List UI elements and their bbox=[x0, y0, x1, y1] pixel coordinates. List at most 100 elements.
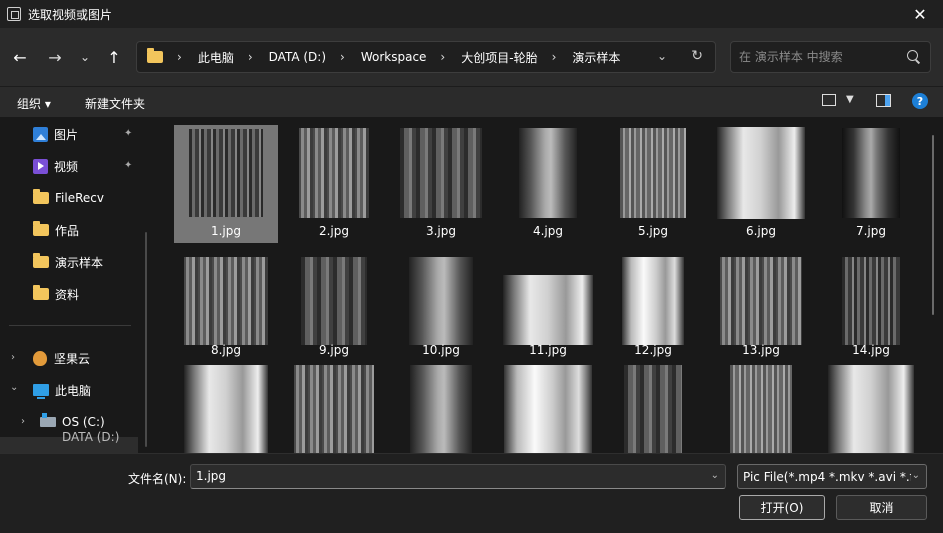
address-history-chevron-icon[interactable]: ⌄ bbox=[657, 49, 667, 63]
sidebar-scrollbar[interactable] bbox=[145, 232, 147, 447]
file-item[interactable] bbox=[389, 363, 493, 453]
cancel-button[interactable]: 取消 bbox=[836, 495, 927, 520]
file-item[interactable]: 7.jpg bbox=[819, 125, 923, 243]
window-title: 选取视频或图片 bbox=[28, 7, 113, 22]
new-folder-button[interactable]: 新建文件夹 bbox=[85, 95, 145, 112]
breadcrumb-separator[interactable]: › bbox=[552, 50, 567, 64]
file-item[interactable]: 4.jpg bbox=[496, 125, 600, 243]
filename-combobox[interactable]: ⌄ bbox=[190, 464, 726, 489]
change-view-icon[interactable] bbox=[822, 94, 836, 106]
filetype-value: Pic File(*.mp4 *.mkv *.avi *.flv bbox=[743, 470, 911, 484]
filename-label: 文件名(N): bbox=[128, 472, 187, 486]
sidebar-item-materials[interactable]: 资料 bbox=[0, 279, 138, 309]
image-thumbnail bbox=[842, 257, 900, 345]
breadcrumb-project[interactable]: 大创项目-轮胎 bbox=[461, 49, 537, 66]
image-thumbnail bbox=[828, 365, 914, 453]
breadcrumb-separator[interactable]: › bbox=[248, 50, 263, 64]
folder-icon bbox=[33, 221, 49, 236]
preview-pane-icon[interactable] bbox=[876, 94, 891, 107]
filetype-select[interactable]: Pic File(*.mp4 *.mkv *.avi *.flv ⌄ bbox=[737, 464, 927, 489]
app-icon bbox=[7, 7, 21, 21]
file-item[interactable]: 8.jpg bbox=[174, 244, 278, 362]
file-item[interactable]: 1.jpg bbox=[174, 125, 278, 243]
image-thumbnail bbox=[622, 257, 684, 345]
search-icon[interactable] bbox=[907, 50, 918, 61]
folder-icon bbox=[147, 48, 163, 63]
sidebar-item-label: 图片 bbox=[54, 127, 79, 142]
breadcrumb-data-drive[interactable]: DATA (D:) bbox=[269, 50, 326, 64]
image-thumbnail bbox=[400, 128, 482, 218]
sidebar-item-label: 作品 bbox=[55, 223, 80, 238]
filename-dropdown-chevron-icon[interactable]: ⌄ bbox=[711, 470, 719, 481]
image-thumbnail bbox=[301, 257, 367, 345]
file-item[interactable]: 11.jpg bbox=[496, 244, 600, 362]
file-item[interactable]: 5.jpg bbox=[601, 125, 705, 243]
file-item[interactable] bbox=[282, 363, 386, 453]
file-list-scrollbar[interactable] bbox=[932, 135, 934, 315]
file-item[interactable]: 3.jpg bbox=[389, 125, 493, 243]
filename-field[interactable] bbox=[196, 469, 696, 483]
folder-icon bbox=[33, 189, 49, 204]
breadcrumb-separator[interactable]: › bbox=[440, 50, 455, 64]
refresh-icon[interactable]: ↻ bbox=[691, 48, 703, 64]
file-item[interactable]: 10.jpg bbox=[389, 244, 493, 362]
address-bar[interactable]: › 此电脑 › DATA (D:) › Workspace › 大创项目-轮胎 … bbox=[136, 41, 716, 73]
back-button[interactable]: ← bbox=[8, 45, 32, 69]
image-thumbnail bbox=[299, 128, 369, 218]
search-input[interactable] bbox=[739, 50, 899, 64]
open-button[interactable]: 打开(O) bbox=[739, 495, 825, 520]
file-item[interactable]: 6.jpg bbox=[709, 125, 813, 243]
view-options-chevron-icon[interactable]: ▼ bbox=[846, 94, 854, 105]
file-name: 12.jpg bbox=[634, 343, 672, 357]
drive-icon bbox=[40, 413, 56, 427]
title-bar: 选取视频或图片 ✕ bbox=[0, 0, 943, 28]
file-item[interactable]: 14.jpg bbox=[819, 244, 923, 362]
sidebar-item-label: 坚果云 bbox=[54, 351, 91, 366]
file-item[interactable] bbox=[174, 363, 278, 453]
sidebar-item-data-d[interactable]: DATA (D:) bbox=[0, 430, 138, 453]
collapse-chevron-icon[interactable]: ⌄ bbox=[10, 382, 18, 393]
breadcrumb-samples[interactable]: 演示样本 bbox=[572, 49, 620, 66]
image-thumbnail bbox=[409, 257, 473, 345]
file-name: 10.jpg bbox=[422, 343, 460, 357]
file-item[interactable]: 12.jpg bbox=[601, 244, 705, 362]
sidebar-item-label: 此电脑 bbox=[55, 383, 92, 398]
breadcrumb-root-separator[interactable]: › bbox=[177, 50, 192, 64]
file-item[interactable]: 2.jpg bbox=[282, 125, 386, 243]
image-thumbnail bbox=[519, 128, 577, 218]
image-thumbnail bbox=[503, 275, 593, 345]
filetype-dropdown-chevron-icon[interactable]: ⌄ bbox=[912, 470, 920, 481]
breadcrumb-separator[interactable]: › bbox=[340, 50, 355, 64]
search-box[interactable] bbox=[730, 41, 931, 73]
help-icon[interactable]: ? bbox=[912, 93, 928, 109]
file-item[interactable]: 9.jpg bbox=[282, 244, 386, 362]
expand-chevron-icon[interactable]: › bbox=[21, 416, 25, 427]
pin-icon[interactable]: ✦ bbox=[124, 160, 132, 171]
expand-chevron-icon[interactable]: › bbox=[11, 352, 15, 363]
sidebar-item-pictures[interactable]: 图片 ✦ bbox=[0, 119, 138, 149]
sidebar-item-works[interactable]: 作品 bbox=[0, 215, 138, 245]
close-button[interactable]: ✕ bbox=[897, 0, 943, 28]
file-item[interactable] bbox=[496, 363, 600, 453]
breadcrumb-workspace[interactable]: Workspace bbox=[361, 50, 427, 64]
file-name: 13.jpg bbox=[742, 343, 780, 357]
file-item[interactable]: 13.jpg bbox=[709, 244, 813, 362]
file-item[interactable] bbox=[709, 363, 813, 453]
file-item[interactable] bbox=[819, 363, 923, 453]
file-name: 4.jpg bbox=[532, 224, 564, 238]
pin-icon[interactable]: ✦ bbox=[124, 128, 132, 139]
file-item[interactable] bbox=[601, 363, 705, 453]
breadcrumb-this-pc[interactable]: 此电脑 bbox=[198, 49, 234, 66]
organize-menu-button[interactable]: 组织 ▾ bbox=[17, 95, 51, 112]
up-button[interactable]: ↑ bbox=[102, 45, 126, 69]
sidebar-item-label: 视频 bbox=[54, 159, 79, 174]
sidebar-item-samples[interactable]: 演示样本 bbox=[0, 247, 138, 277]
sidebar-item-nutstore[interactable]: › 坚果云 bbox=[0, 343, 138, 373]
pictures-icon bbox=[33, 126, 48, 142]
sidebar-item-this-pc[interactable]: ⌄ 此电脑 bbox=[0, 375, 138, 405]
sidebar-item-filerecv[interactable]: FileRecv bbox=[0, 183, 138, 213]
sidebar-item-videos[interactable]: 视频 ✦ bbox=[0, 151, 138, 181]
recent-locations-button[interactable]: ⌄ bbox=[73, 45, 97, 69]
image-thumbnail bbox=[189, 129, 263, 217]
forward-button[interactable]: → bbox=[43, 45, 67, 69]
